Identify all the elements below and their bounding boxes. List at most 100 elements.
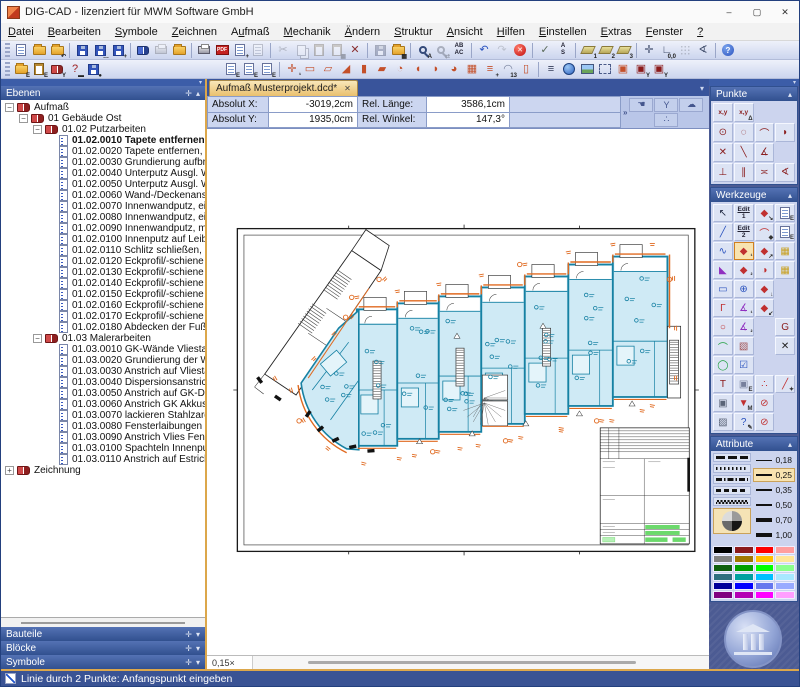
copy-to-e-button[interactable]: E bbox=[775, 204, 795, 222]
point-single-button[interactable]: ✛¹ bbox=[283, 61, 301, 78]
line-style-dotted[interactable] bbox=[713, 464, 751, 473]
tree-item[interactable]: 01.02.0070 Innenwandputz, einlagig, P bbox=[1, 201, 205, 212]
open-backup-button[interactable]: ↶ bbox=[48, 42, 66, 59]
menu-zeichnen[interactable]: Zeichnen bbox=[165, 23, 224, 41]
move-element-button[interactable]: ◆↗ bbox=[755, 242, 775, 260]
angle-line-tool-button[interactable]: ◣ bbox=[713, 261, 733, 279]
tree-item[interactable]: 01.02.0150 Eckprofil/-schiene Alu Wand bbox=[1, 289, 205, 300]
color-swatch[interactable] bbox=[713, 573, 733, 581]
circle-tool-button[interactable]: ○ bbox=[713, 318, 733, 336]
image-tool-button[interactable]: ▨ bbox=[713, 413, 733, 431]
redo-button[interactable]: ↷ bbox=[493, 42, 511, 59]
collapse-node-icon[interactable]: − bbox=[33, 334, 42, 343]
angle-45-point-button[interactable]: ∢ bbox=[775, 163, 795, 182]
abort-button[interactable]: ✕ bbox=[511, 42, 529, 59]
grid-button[interactable] bbox=[676, 42, 694, 59]
copy-button[interactable] bbox=[292, 42, 310, 59]
select-area-button[interactable] bbox=[596, 61, 614, 78]
center-snap-button[interactable]: ⊕ bbox=[734, 280, 754, 298]
line-weight-option[interactable]: 0,70 bbox=[753, 513, 795, 527]
point-on-line-button[interactable]: ╲ bbox=[734, 143, 754, 162]
slope-area-button[interactable]: ◢ bbox=[337, 61, 355, 78]
delete-button[interactable]: ✕ bbox=[346, 42, 364, 59]
aufmass-book-button[interactable]: Y bbox=[48, 61, 66, 78]
tree-item[interactable]: 01.02.0160 Eckprofil/-schiene Kunstst. bbox=[1, 300, 205, 311]
level-1-button[interactable]: 1 bbox=[579, 42, 597, 59]
edit-box-button[interactable]: ▣E bbox=[734, 375, 754, 393]
color-swatch[interactable] bbox=[734, 564, 754, 572]
e-doc-1-button[interactable]: E bbox=[222, 61, 240, 78]
collapse-icon[interactable]: ▴ bbox=[788, 440, 792, 449]
tree-item[interactable]: −01.03 Malerarbeiten bbox=[1, 333, 205, 344]
menu-mechanik[interactable]: Mechanik bbox=[277, 23, 338, 41]
segment-area-button[interactable]: ◗ bbox=[427, 61, 445, 78]
color-swatch[interactable] bbox=[734, 555, 754, 563]
wall-area-button[interactable]: ▱ bbox=[319, 61, 337, 78]
chevron-down-icon[interactable]: ▾ bbox=[793, 79, 796, 86]
page-preview-button[interactable] bbox=[152, 42, 170, 59]
confirm-button[interactable]: ✓ bbox=[536, 42, 554, 59]
block-group-button[interactable]: ▣ bbox=[614, 61, 632, 78]
match-properties-button[interactable]: ╱✦ bbox=[775, 375, 795, 393]
pin-icon[interactable]: ✛ bbox=[185, 658, 192, 667]
menu-?[interactable]: ? bbox=[690, 23, 710, 41]
nodes-icon[interactable]: ∴ bbox=[654, 113, 678, 127]
angle-fan-button[interactable]: ∢ bbox=[694, 42, 712, 59]
stretch-point-2-button[interactable]: ◆↙ bbox=[755, 299, 775, 317]
color-swatch[interactable] bbox=[734, 573, 754, 581]
block-y1-button[interactable]: ▣Y bbox=[632, 61, 650, 78]
origin-axis-button[interactable]: ∟0,0 bbox=[658, 42, 676, 59]
circle-3-point-button[interactable]: ◌ bbox=[734, 123, 754, 142]
move-point-button[interactable]: ◆↘ bbox=[755, 204, 775, 222]
select-tool-button[interactable]: ↖ bbox=[713, 204, 733, 222]
tree-item[interactable]: 01.03.0100 Spachteln Innenputzflächen bbox=[1, 443, 205, 454]
arc-edit-button[interactable]: ⌒◆ bbox=[755, 223, 775, 241]
room-area-button[interactable]: ▮ bbox=[355, 61, 373, 78]
find-replace-button[interactable]: ⇄ bbox=[432, 42, 450, 59]
level-3-button[interactable]: 3 bbox=[615, 42, 633, 59]
tree-item[interactable]: −01 Gebäude Ost bbox=[1, 113, 205, 124]
chevron-down-icon[interactable]: ▾ bbox=[196, 644, 200, 653]
document-tab[interactable]: Aufmaß Musterprojekt.dcd* ✕ bbox=[209, 80, 358, 96]
rename-texts-button[interactable]: ABAC bbox=[450, 42, 468, 59]
menu-struktur[interactable]: Struktur bbox=[387, 23, 440, 41]
scrollbar-thumb[interactable] bbox=[308, 661, 636, 664]
stretch-point-button[interactable]: ◆↓ bbox=[755, 280, 775, 298]
photo-tool-button[interactable]: ▣ bbox=[713, 394, 733, 412]
drawing-canvas[interactable] bbox=[207, 129, 709, 655]
line-style-dashdot[interactable] bbox=[713, 475, 751, 484]
block-y2-button[interactable]: ▣Y bbox=[650, 61, 668, 78]
collapse-icon[interactable]: ▴ bbox=[196, 89, 200, 98]
symbole-panel-header[interactable]: Symbole ✛▾ bbox=[1, 655, 205, 669]
color-swatch[interactable] bbox=[713, 555, 733, 563]
color-swatch[interactable] bbox=[755, 564, 775, 572]
bauteile-panel-header[interactable]: Bauteile ✛▾ bbox=[1, 627, 205, 641]
paste-contents-button[interactable]: ▦ bbox=[328, 42, 346, 59]
expand-node-icon[interactable]: + bbox=[5, 466, 14, 475]
collapse-node-icon[interactable]: − bbox=[5, 103, 14, 112]
tree-item[interactable]: 01.03.0050 Anstrich auf GK-Decke bbox=[1, 388, 205, 399]
color-swatch[interactable] bbox=[775, 555, 795, 563]
tree-item[interactable]: 01.02.0040 Unterputz Ausgl. Wand, d=15- bbox=[1, 168, 205, 179]
open-project-e-button[interactable]: E bbox=[12, 61, 30, 78]
tree-item[interactable]: 01.03.0020 Grundierung der Wände bbox=[1, 355, 205, 366]
overflow-icon[interactable]: » bbox=[623, 108, 627, 117]
attribute-check-button[interactable]: ☑ bbox=[734, 356, 754, 374]
close-button[interactable]: ✕ bbox=[771, 1, 799, 23]
tree-item[interactable]: 01.02.0120 Eckprofil/-schiene Stahl De bbox=[1, 256, 205, 267]
color-swatch[interactable] bbox=[734, 582, 754, 590]
menu-datei[interactable]: Datei bbox=[1, 23, 41, 41]
color-swatch[interactable] bbox=[775, 564, 795, 572]
fill-style-selector[interactable] bbox=[713, 508, 751, 534]
help-button[interactable]: ? bbox=[719, 42, 737, 59]
menu-ansicht[interactable]: Ansicht bbox=[440, 23, 490, 41]
maximize-button[interactable]: ▢ bbox=[743, 1, 771, 23]
online-update-button[interactable] bbox=[560, 61, 578, 78]
pin-icon[interactable]: ✛ bbox=[185, 644, 192, 653]
color-swatch[interactable] bbox=[713, 591, 733, 599]
color-swatch[interactable] bbox=[755, 555, 775, 563]
tree-item[interactable]: 01.02.0050 Unterputz Ausgl. Wand, d=20- bbox=[1, 179, 205, 190]
collapse-icon[interactable]: ▴ bbox=[788, 191, 792, 200]
hide-elements-2-button[interactable]: ⊘ bbox=[755, 413, 775, 431]
e-doc-y-button[interactable]: E bbox=[258, 61, 276, 78]
